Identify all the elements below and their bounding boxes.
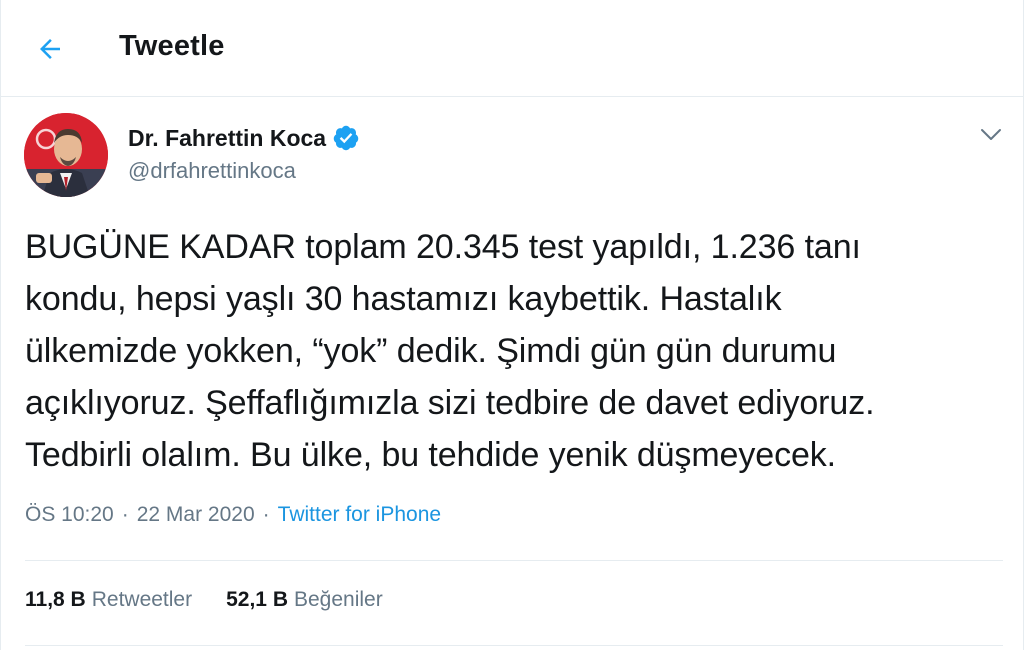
likes-count: 52,1 B	[226, 588, 288, 611]
author-display-name[interactable]: Dr. Fahrettin Koca	[128, 125, 326, 152]
author-handle[interactable]: @drfahrettinkoca	[128, 158, 296, 184]
retweets-count: 11,8 B	[25, 588, 86, 611]
avatar[interactable]	[24, 113, 108, 197]
tweet-text: BUGÜNE KADAR toplam 20.345 test yapıldı,…	[25, 228, 875, 474]
tweet-date[interactable]: 22 Mar 2020	[137, 503, 255, 527]
more-options-button[interactable]	[973, 120, 1009, 150]
chevron-down-icon	[981, 129, 1001, 140]
retweets-stat[interactable]: 11,8 B Retweetler	[25, 588, 192, 612]
retweets-label: Retweetler	[91, 588, 193, 611]
likes-stat[interactable]: 52,1 B Beğeniler	[226, 588, 383, 612]
page-title: Tweetle	[119, 30, 225, 62]
page-header: Tweetle	[1, 0, 1023, 97]
arrow-left-icon	[40, 39, 60, 59]
tweet-source-link[interactable]: Twitter for iPhone	[278, 503, 441, 527]
divider	[25, 560, 1003, 561]
meta-separator: ·	[121, 503, 129, 526]
verified-badge-icon	[333, 125, 359, 151]
tweet-meta: ÖS 10:20 · 22 Mar 2020 · Twitter for iPh…	[25, 503, 441, 527]
divider	[25, 645, 1003, 646]
tweet-page: Tweetle Dr. Fahrettin Koca @drfahrettink…	[0, 0, 1024, 650]
tweet-time[interactable]: ÖS 10:20	[25, 503, 114, 527]
meta-separator: ·	[262, 503, 270, 526]
author-name-row[interactable]: Dr. Fahrettin Koca	[128, 124, 360, 152]
likes-label: Beğeniler	[293, 588, 383, 611]
back-button[interactable]	[27, 26, 73, 72]
tweet-stats: 11,8 B Retweetler 52,1 B Beğeniler	[25, 588, 417, 612]
